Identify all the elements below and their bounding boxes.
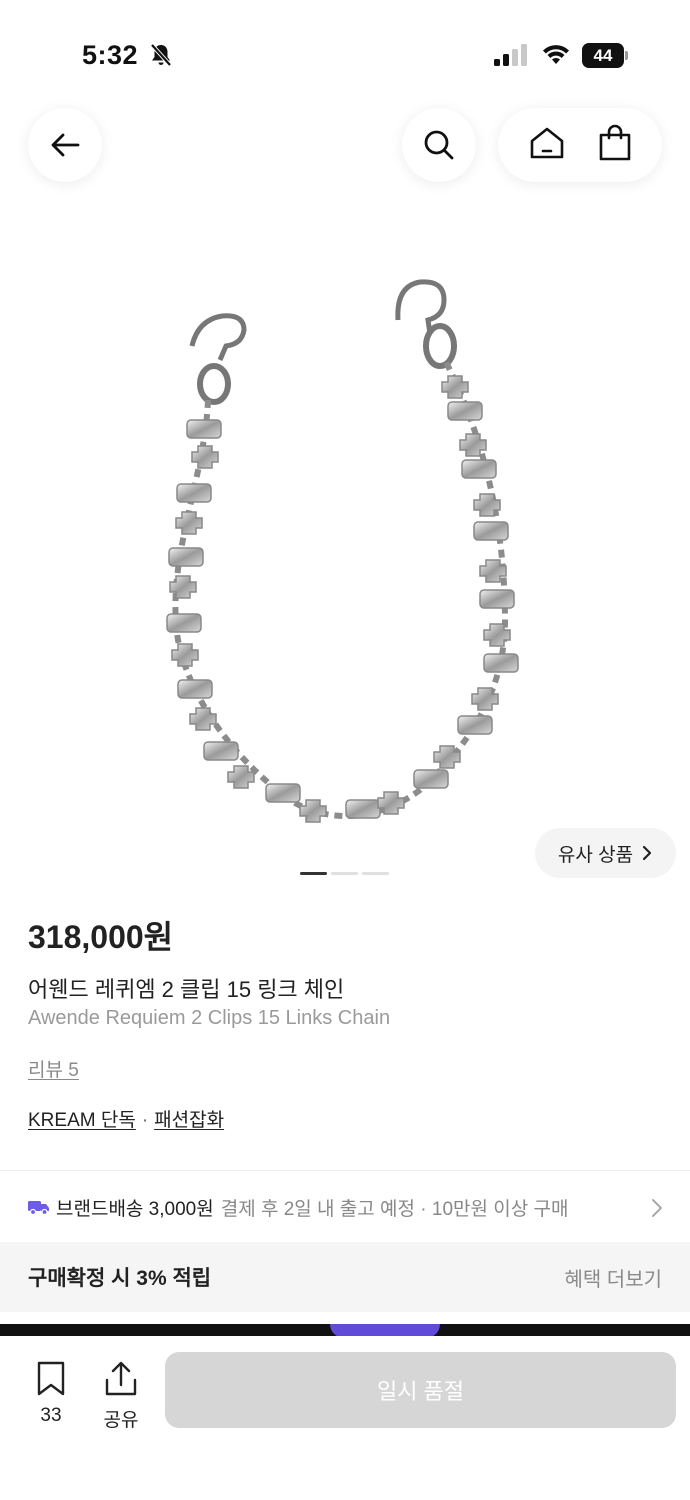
cellular-signal-icon	[494, 44, 528, 71]
sold-out-button[interactable]: 일시 품절	[165, 1352, 676, 1428]
category-link[interactable]: 패션잡화	[154, 1110, 224, 1131]
chain-links	[166, 375, 519, 823]
benefit-more-link[interactable]: 혜택 더보기	[564, 1263, 662, 1292]
status-time: 5:32	[82, 40, 139, 70]
shopping-bag-icon	[599, 124, 630, 160]
chevron-right-icon	[652, 1199, 662, 1217]
shipping-detail: 결제 후 2일 내 출고 예정 · 10만원 이상 구매	[220, 1198, 569, 1220]
product-price: 318,000원	[28, 919, 174, 955]
product-image[interactable]	[0, 200, 690, 860]
page-indicator-3	[362, 872, 389, 875]
product-tags: KREAM 단독 · 패션잡화	[28, 1105, 224, 1132]
reviews-link[interactable]: 리뷰 5	[28, 1055, 79, 1082]
arrow-left-icon	[51, 133, 80, 157]
similar-products-label: 유사 상품	[557, 844, 634, 866]
page-indicator-1	[300, 872, 327, 875]
product-name-korean: 어웬드 레퀴엠 2 클립 15 링크 체인	[28, 977, 345, 1002]
header-actions	[498, 108, 662, 182]
tag-separator: ·	[141, 1110, 149, 1131]
home-button[interactable]	[528, 124, 566, 167]
search-button[interactable]	[402, 108, 476, 182]
left-clasp	[189, 313, 247, 405]
divider	[0, 1170, 690, 1171]
chevron-right-icon	[642, 845, 652, 861]
shipping-label: 브랜드배송 3,000원	[56, 1198, 214, 1220]
share-button[interactable]: 공유	[96, 1360, 146, 1432]
image-pagination	[300, 872, 389, 875]
right-clasp	[395, 279, 457, 369]
shipping-info-row[interactable]: 브랜드배송 3,000원 결제 후 2일 내 출고 예정 · 10만원 이상 구…	[0, 1180, 690, 1234]
kream-exclusive-link[interactable]: KREAM 단독	[28, 1110, 136, 1131]
wifi-icon	[541, 42, 571, 71]
page-indicator-2	[331, 872, 358, 875]
battery-icon: 44	[582, 43, 628, 68]
bookmark-icon	[37, 1361, 65, 1396]
home-icon	[530, 127, 563, 158]
status-bar: 5:32 44	[0, 0, 690, 100]
back-button[interactable]	[28, 108, 102, 182]
search-icon	[424, 130, 454, 160]
share-icon	[105, 1361, 137, 1396]
battery-level: 44	[593, 46, 613, 65]
similar-products-button[interactable]: 유사 상품	[535, 828, 676, 878]
bell-muted-icon	[148, 42, 174, 73]
bookmark-count: 33	[40, 1405, 62, 1426]
cart-button[interactable]	[597, 124, 633, 167]
benefit-title: 구매확정 시 3% 적립	[28, 1267, 212, 1290]
bookmark-button[interactable]: 33	[26, 1360, 76, 1427]
benefit-row[interactable]: 구매확정 시 3% 적립 혜택 더보기	[0, 1242, 690, 1312]
product-name-english: Awende Requiem 2 Clips 15 Links Chain	[28, 1007, 391, 1029]
bottom-action-bar: 33 공유 일시 품절	[0, 1336, 690, 1500]
truck-icon	[28, 1198, 50, 1216]
share-label: 공유	[103, 1410, 139, 1431]
